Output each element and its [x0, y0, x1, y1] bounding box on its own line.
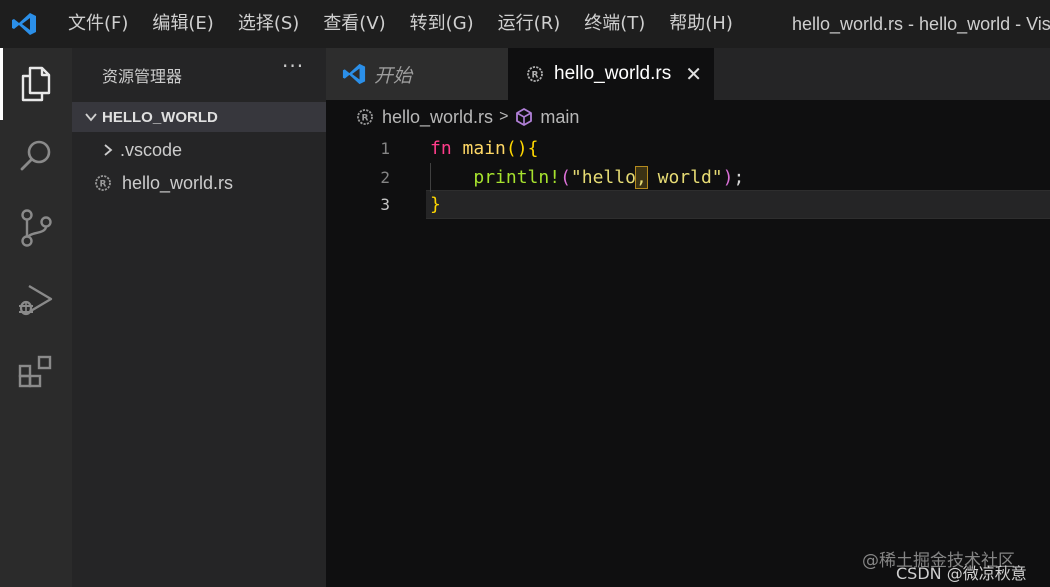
folder-name: HELLO_WORLD: [102, 108, 218, 126]
menu-file[interactable]: 文件(F): [56, 0, 140, 48]
semicolon: ;: [733, 167, 745, 188]
tree-item-label: hello_world.rs: [122, 172, 234, 193]
more-actions-button[interactable]: ···: [282, 54, 304, 78]
tree-item-label: .vscode: [120, 139, 183, 160]
tab-start[interactable]: 开始: [326, 48, 508, 100]
window-title: hello_world.rs - hello_world - Visual St…: [792, 14, 1050, 34]
menu-bar: 文件(F) 编辑(E) 选择(S) 查看(V) 转到(G) 运行(R) 终端(T…: [56, 0, 745, 48]
code-text: println!("hello, world");: [430, 163, 744, 192]
explorer-sidebar: 资源管理器 ··· HELLO_WORLD .vscode R hello_wo…: [72, 48, 326, 587]
tree-item-hello-world-rs[interactable]: R hello_world.rs: [72, 167, 326, 199]
rust-file-icon: R: [94, 174, 122, 192]
rust-file-icon: R: [526, 65, 544, 83]
editor-tabs: 开始 R hello_world.rs ✕: [326, 48, 1050, 100]
search-icon: [20, 140, 51, 171]
code-text: }: [430, 190, 441, 219]
symbol-cube-icon: [514, 107, 534, 127]
menu-edit[interactable]: 编辑(E): [140, 0, 225, 48]
close-icon[interactable]: ✕: [685, 62, 702, 86]
chevron-right-icon: [102, 143, 120, 157]
svg-text:R: R: [532, 71, 539, 81]
explorer-icon: [21, 66, 51, 102]
vscode-logo-icon: [4, 0, 44, 48]
title-bar: 文件(F) 编辑(E) 选择(S) 查看(V) 转到(G) 运行(R) 终端(T…: [0, 0, 1050, 48]
code-line-3: 3 }: [326, 190, 1050, 219]
rust-file-icon: R: [356, 108, 374, 126]
breadcrumb-symbol[interactable]: main: [540, 107, 579, 128]
code-text: fn main(){: [430, 134, 538, 163]
keyword: fn: [430, 138, 452, 159]
svg-text:R: R: [100, 180, 107, 190]
code-line-2: 2 println!("hello, world");: [326, 163, 1050, 192]
tab-label: hello_world.rs: [554, 63, 672, 84]
menu-terminal[interactable]: 终端(T): [572, 0, 657, 48]
menu-go[interactable]: 转到(G): [398, 0, 486, 48]
string: "hello: [570, 167, 636, 188]
menu-run[interactable]: 运行(R): [486, 0, 573, 48]
paren: ): [722, 167, 734, 188]
run-debug-icon: [19, 284, 53, 316]
brace: }: [430, 194, 441, 215]
svg-text:R: R: [362, 114, 369, 124]
extensions-icon: [18, 355, 52, 388]
menu-selection[interactable]: 选择(S): [226, 0, 311, 48]
activity-search[interactable]: [0, 120, 72, 192]
source-control-icon: [21, 209, 52, 247]
tab-label: 开始: [374, 65, 413, 87]
brace: {: [527, 138, 539, 159]
tab-hello-world-rs[interactable]: R hello_world.rs ✕: [508, 48, 714, 100]
code-editor[interactable]: 1 fn main(){ 2 println!("hello, world");…: [326, 134, 1050, 587]
activity-extensions[interactable]: [0, 336, 72, 408]
string-highlight: ,: [634, 166, 648, 189]
breadcrumb-separator: >: [499, 108, 509, 125]
sidebar-title: 资源管理器: [102, 67, 183, 86]
tree-item-vscode[interactable]: .vscode: [72, 134, 326, 166]
code-line-1: 1 fn main(){: [326, 134, 1050, 163]
breadcrumb-file[interactable]: hello_world.rs: [382, 107, 493, 128]
menu-view[interactable]: 查看(V): [311, 0, 397, 48]
activity-bar: [0, 48, 72, 587]
chevron-down-icon: [84, 110, 98, 124]
activity-explorer[interactable]: [0, 48, 72, 120]
watermark-csdn: CSDN @微凉秋意: [896, 564, 1027, 583]
breadcrumb: R hello_world.rs > main: [326, 100, 1050, 134]
paren: (): [505, 138, 528, 159]
folder-hello-world[interactable]: HELLO_WORLD: [72, 102, 326, 132]
line-number: 2: [380, 168, 390, 187]
function-name: main: [462, 138, 506, 159]
vscode-logo-icon: [342, 62, 366, 86]
activity-source-control[interactable]: [0, 192, 72, 264]
menu-help[interactable]: 帮助(H): [657, 0, 745, 48]
string: world": [646, 167, 723, 188]
paren: (: [560, 167, 571, 188]
activity-run-debug[interactable]: [0, 264, 72, 336]
line-number: 1: [380, 139, 390, 158]
macro: println!: [473, 167, 561, 188]
line-number: 3: [380, 195, 390, 214]
